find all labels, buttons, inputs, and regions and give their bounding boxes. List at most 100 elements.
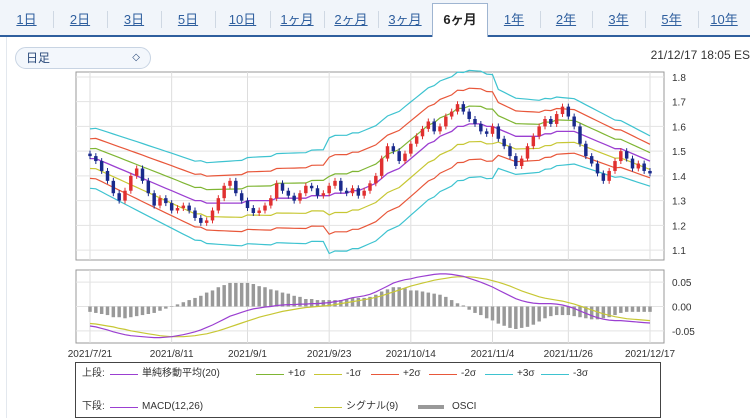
osci-bar xyxy=(619,306,623,313)
x-tick-label: 2021/10/14 xyxy=(386,349,436,360)
candle-body xyxy=(525,146,530,159)
candle-body xyxy=(117,193,121,201)
candle-body xyxy=(158,198,162,206)
osci-bar xyxy=(234,282,238,307)
candle-body xyxy=(619,151,623,162)
osci-bar xyxy=(484,306,489,319)
legend-swatch xyxy=(256,374,284,375)
candle-body xyxy=(199,217,203,223)
x-tick-label: 2021/9/1 xyxy=(228,349,267,360)
candle-body xyxy=(123,190,127,201)
candle-body xyxy=(549,119,553,124)
osci-bar xyxy=(175,304,180,307)
osci-bar xyxy=(467,306,471,310)
candle-body xyxy=(566,106,571,117)
candle-body xyxy=(601,173,606,181)
x-tick-label: 2021/12/17 xyxy=(625,349,675,360)
candle-body xyxy=(327,185,331,194)
candle-body xyxy=(613,161,617,171)
osci-bar xyxy=(543,306,547,319)
legend-label: -1σ xyxy=(346,368,362,379)
candle-body xyxy=(554,114,559,124)
y-tick-label: 1.7 xyxy=(672,98,686,109)
osci-bar xyxy=(455,303,460,307)
osci-bar xyxy=(181,302,186,307)
candle-body xyxy=(146,180,151,194)
candle-body xyxy=(514,156,518,166)
candle-body xyxy=(339,180,343,191)
legend-label: +3σ xyxy=(517,368,535,379)
candle-body xyxy=(589,156,594,164)
candle-body xyxy=(181,205,186,209)
candle-body xyxy=(263,205,267,211)
osci-bar xyxy=(269,289,273,307)
candle-body xyxy=(210,210,215,221)
osci-bar xyxy=(630,306,635,312)
candle-body xyxy=(245,200,250,209)
osci-bar xyxy=(94,306,98,313)
candle-body xyxy=(298,193,302,201)
osci-bar xyxy=(99,306,104,314)
legend-swatch xyxy=(418,405,444,409)
osci-bar xyxy=(490,306,495,321)
osci-bar xyxy=(169,306,174,307)
osci-bar xyxy=(549,306,553,317)
candle-body xyxy=(274,183,279,199)
osci-bar xyxy=(187,300,191,307)
candle-body xyxy=(648,170,652,174)
osci-bar xyxy=(496,306,501,324)
candle-body xyxy=(344,190,349,194)
osci-bar xyxy=(140,306,145,316)
candle-body xyxy=(543,119,547,127)
candle-body xyxy=(280,183,285,191)
y-tick-label: 1.6 xyxy=(672,122,686,133)
candle-body xyxy=(368,183,372,191)
candle-body xyxy=(624,151,629,159)
candle-body xyxy=(315,188,320,196)
candle-body xyxy=(508,146,512,157)
osci-bar xyxy=(263,287,267,307)
legend-swatch xyxy=(314,374,342,375)
legend-label: -2σ xyxy=(461,368,477,379)
osci-bar xyxy=(134,306,139,317)
x-tick-label: 2021/9/23 xyxy=(307,349,352,360)
osci-bar xyxy=(432,293,436,307)
osci-bar xyxy=(304,299,308,307)
candle-body xyxy=(502,138,506,147)
candle-body xyxy=(321,193,326,196)
candle-body xyxy=(129,175,133,191)
legend-label: MACD(12,26) xyxy=(142,401,204,412)
candle-body xyxy=(362,190,366,196)
osci-bar xyxy=(479,306,483,316)
candle-body xyxy=(484,131,489,134)
candle-body xyxy=(467,111,471,119)
osci-bar xyxy=(519,306,524,328)
candle-body xyxy=(409,143,413,154)
osci-bar xyxy=(414,290,419,307)
osci-bar xyxy=(636,306,641,312)
osci-bar xyxy=(245,282,250,307)
candle-body xyxy=(636,163,641,169)
candle-body xyxy=(595,163,600,174)
osci-bar xyxy=(129,306,133,318)
candle-body xyxy=(222,185,226,199)
candle-body xyxy=(449,111,454,117)
osci-bar xyxy=(508,306,512,328)
candle-body xyxy=(216,198,221,211)
candle-body xyxy=(175,208,180,211)
candle-body xyxy=(607,170,611,181)
osci-bar xyxy=(444,296,448,307)
candle-body xyxy=(140,168,145,181)
legend-label: +2σ xyxy=(403,368,421,379)
osci-bar xyxy=(199,295,203,307)
candle-body xyxy=(374,175,378,184)
legend: 上段: 単純移動平均(20) +1σ -1σ +2σ -2σ +3σ -3σ 下段: MAC… xyxy=(75,362,661,418)
y-tick-label: 1.5 xyxy=(672,147,686,158)
candle-body xyxy=(572,116,576,127)
x-tick-label: 2021/11/26 xyxy=(544,349,594,360)
osci-bar xyxy=(88,306,92,312)
legend-label: -3σ xyxy=(573,368,589,379)
x-tick-label: 2021/11/4 xyxy=(471,349,515,360)
legend-swatch xyxy=(541,374,569,375)
candle-body xyxy=(304,185,308,194)
